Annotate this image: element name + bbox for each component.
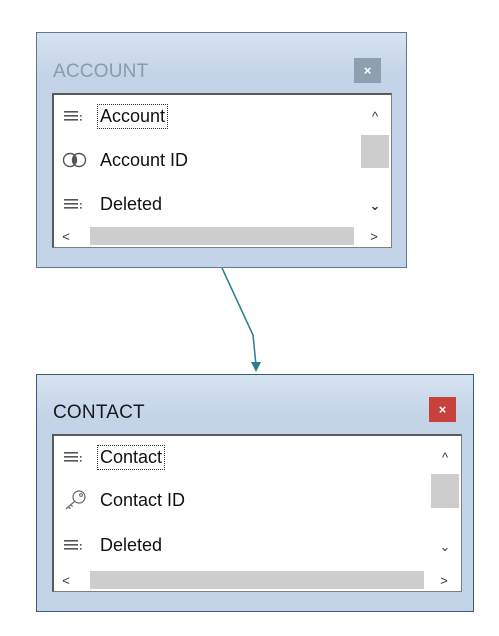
account-close-button[interactable]: × (354, 58, 381, 83)
scroll-left-arrow[interactable]: < (54, 225, 78, 247)
relationship-line (221, 267, 257, 366)
field-label: Deleted (100, 193, 163, 214)
horizontal-scrollbar[interactable]: < > (54, 569, 461, 591)
account-field-list[interactable]: Account Account ID Deleted ^ ⌄ < > (52, 93, 392, 248)
contact-field-list[interactable]: Contact Contact ID Deleted ^ ⌄ < > (52, 434, 462, 592)
contact-table-title: CONTACT (53, 402, 145, 423)
vertical-scrollbar[interactable]: ^ ⌄ (425, 436, 461, 570)
field-lines-icon (62, 447, 88, 467)
field-lines-icon (62, 106, 88, 126)
account-table[interactable]: ACCOUNT × Account Account ID Deleted ^ ⌄… (36, 32, 407, 268)
account-table-title: ACCOUNT (53, 61, 149, 82)
scroll-down-arrow[interactable]: ⌄ (431, 536, 459, 558)
field-label: Contact (96, 444, 166, 470)
scroll-left-arrow[interactable]: < (54, 569, 78, 591)
scroll-right-arrow[interactable]: > (430, 569, 458, 591)
field-label: Deleted (100, 534, 163, 555)
vertical-scroll-thumb[interactable] (361, 135, 389, 168)
scroll-down-arrow[interactable]: ⌄ (361, 195, 389, 217)
horizontal-scroll-thumb[interactable] (90, 571, 424, 589)
vertical-scroll-thumb[interactable] (431, 474, 459, 508)
field-label: Account (96, 103, 169, 129)
contact-close-button[interactable]: × (429, 397, 456, 422)
field-row-deleted[interactable]: Deleted (54, 525, 424, 565)
horizontal-scrollbar[interactable]: < > (54, 225, 391, 247)
field-row-contact[interactable]: Contact (54, 437, 424, 477)
scroll-up-arrow[interactable]: ^ (431, 446, 459, 468)
vertical-scrollbar[interactable]: ^ ⌄ (355, 95, 391, 226)
horizontal-scroll-thumb[interactable] (90, 227, 354, 245)
field-row-account-id[interactable]: Account ID (54, 140, 354, 180)
field-lines-icon (62, 194, 88, 214)
scroll-up-arrow[interactable]: ^ (361, 105, 389, 127)
field-label: Account ID (100, 149, 189, 170)
linked-rings-icon (62, 150, 88, 170)
field-row-contact-id[interactable]: Contact ID (54, 480, 424, 520)
relationship-arrowhead (251, 362, 261, 372)
field-row-account[interactable]: Account (54, 96, 354, 136)
field-row-deleted[interactable]: Deleted (54, 184, 354, 224)
scroll-right-arrow[interactable]: > (360, 225, 388, 247)
field-lines-icon (62, 535, 88, 555)
contact-table[interactable]: CONTACT × Contact Contact ID Deleted ^ ⌄… (36, 374, 474, 612)
key-icon (62, 490, 88, 510)
field-label: Contact ID (100, 489, 186, 510)
diagram-canvas: ACCOUNT × Account Account ID Deleted ^ ⌄… (0, 0, 499, 636)
